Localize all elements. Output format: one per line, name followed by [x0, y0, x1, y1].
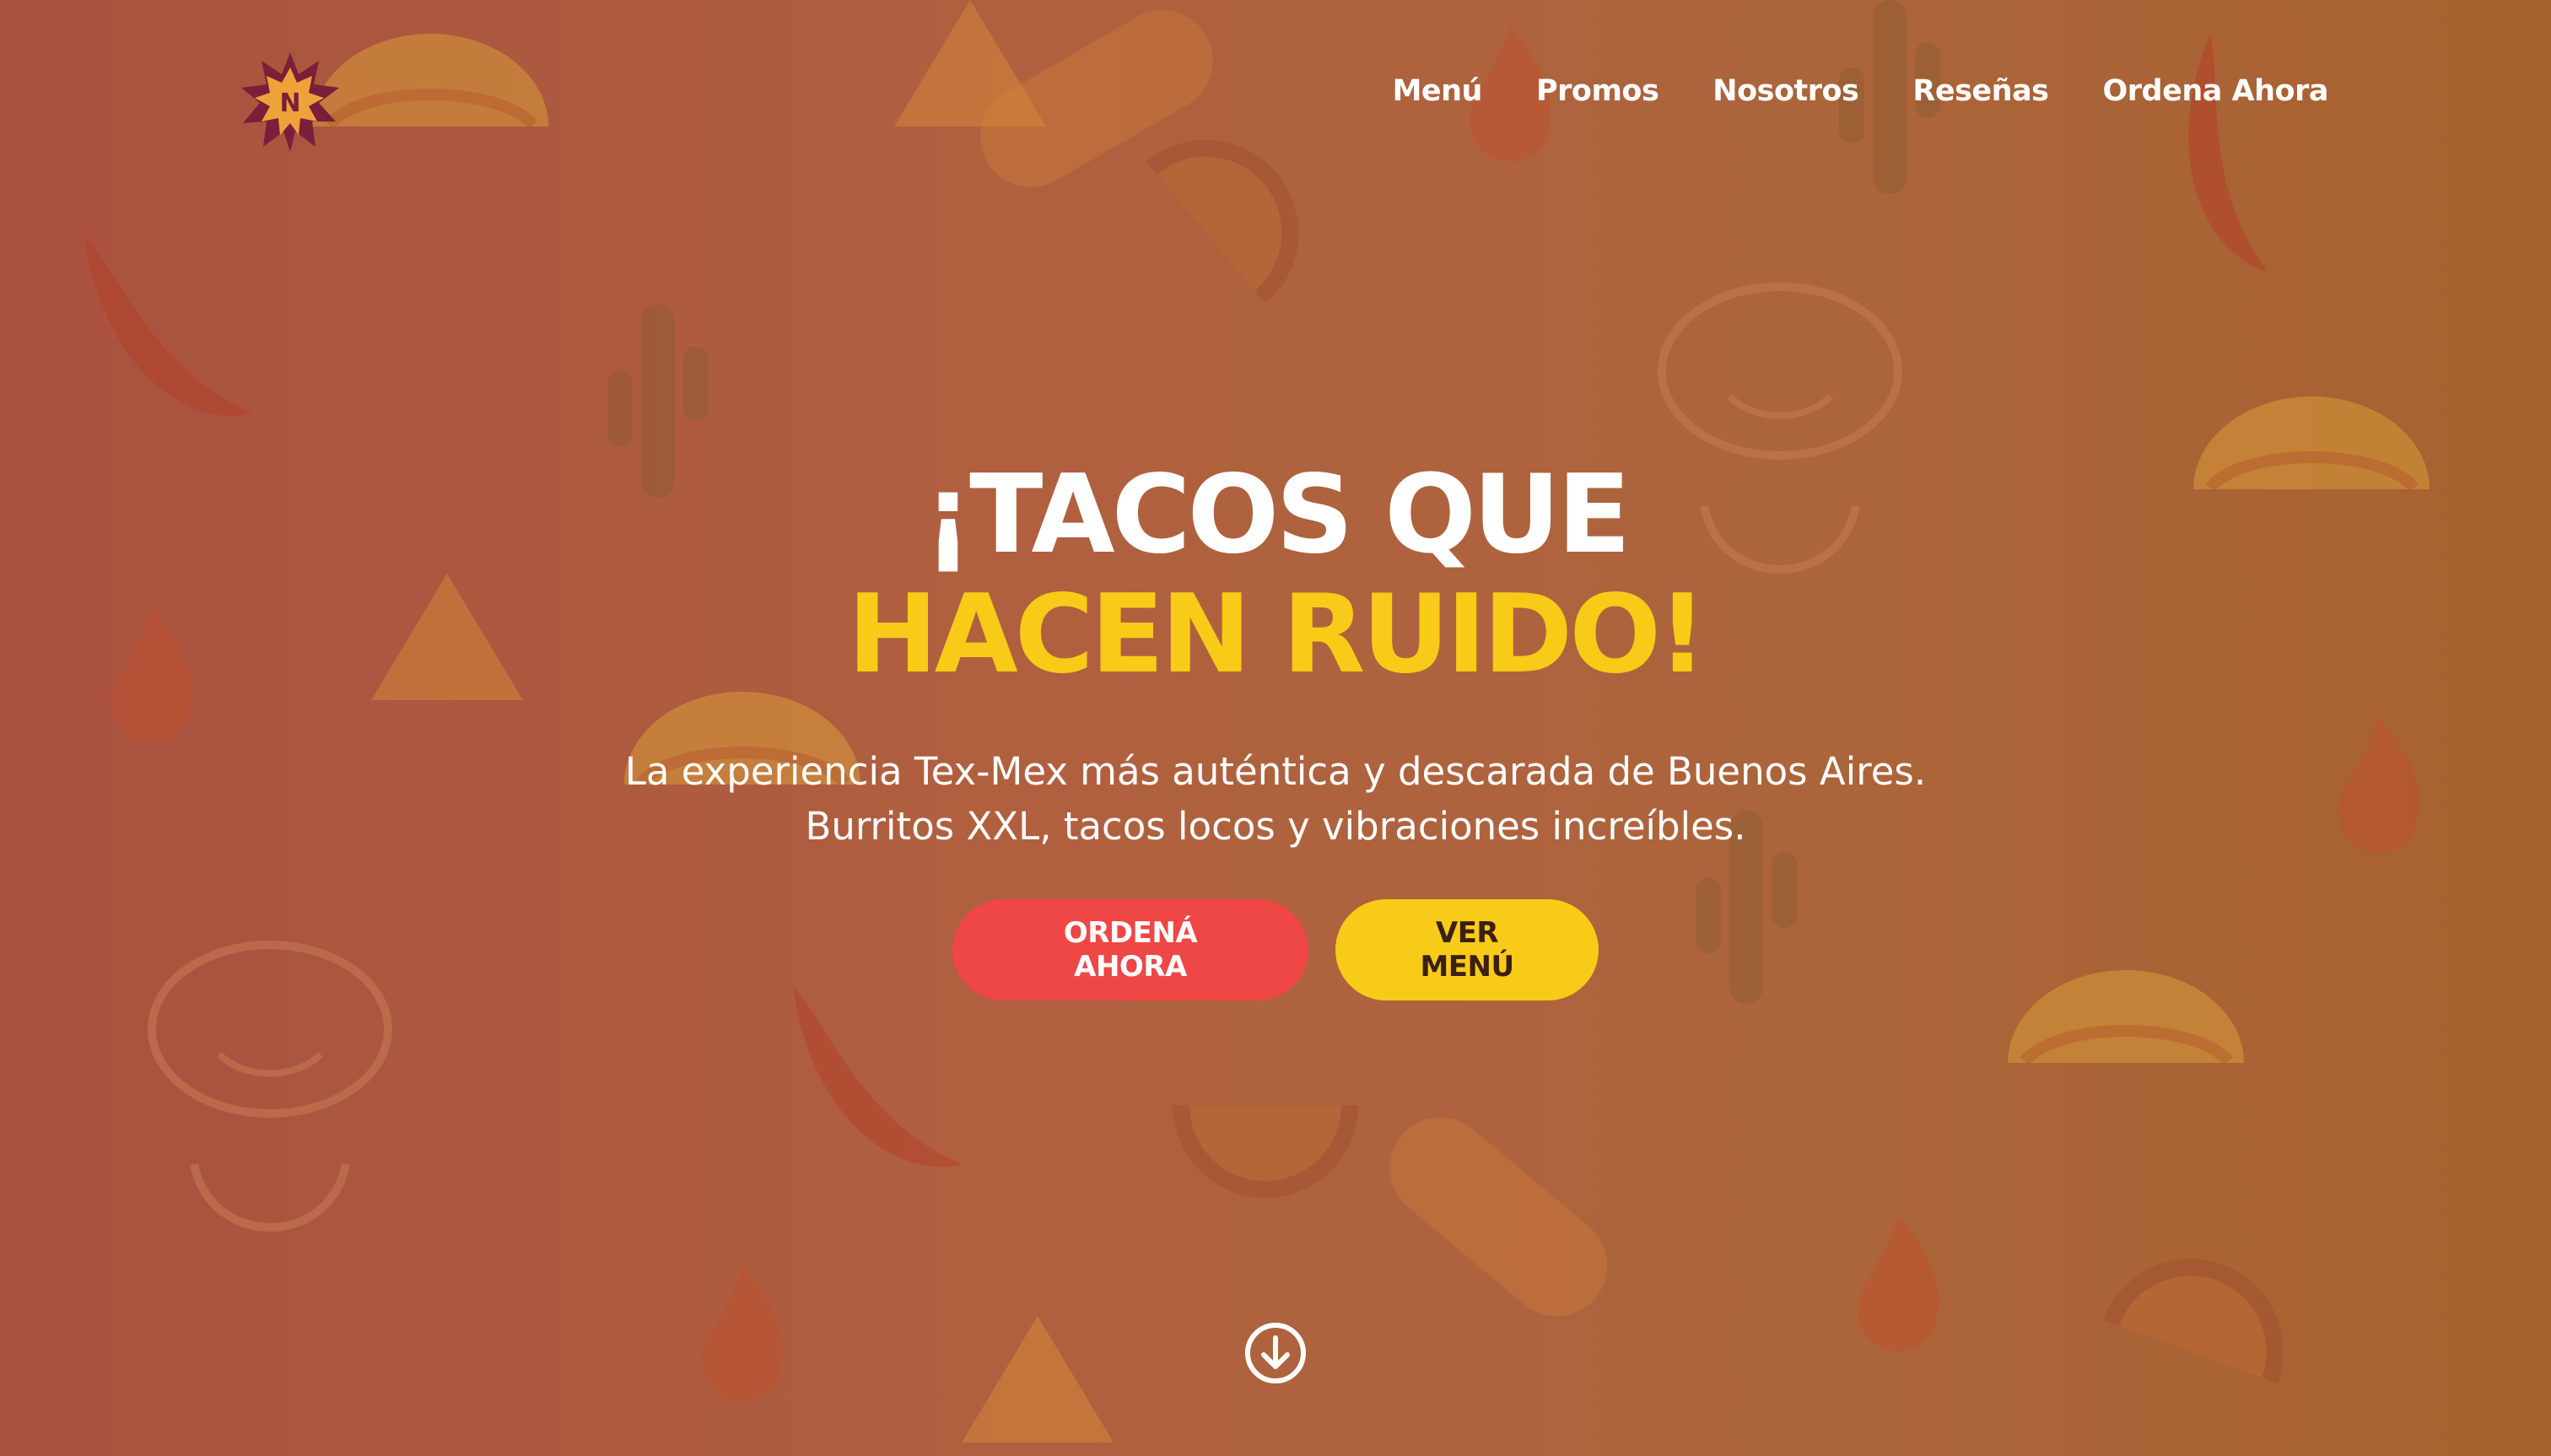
brand-logo[interactable]: N — [238, 49, 342, 154]
hero-title: ¡TACOS QUE HACEN RUIDO! — [0, 456, 2551, 695]
hero-title-line1: ¡TACOS QUE — [923, 452, 1631, 578]
main-nav: Menú Promos Nosotros Reseñas Ordena Ahor… — [1393, 74, 2329, 108]
nav-item-menu[interactable]: Menú — [1393, 74, 1483, 108]
hero-section: ¡TACOS QUE HACEN RUIDO! La experiencia T… — [0, 456, 2551, 854]
hero-subtitle: La experiencia Tex-Mex más auténtica y d… — [624, 749, 1927, 849]
hero-title-line2: HACEN RUIDO! — [847, 572, 1707, 698]
arrow-down-circle-icon[interactable] — [1243, 1321, 1308, 1385]
order-now-button[interactable]: ORDENÁ AHORA — [952, 899, 1308, 1000]
hero-cta-group: ORDENÁ AHORA VER MENÚ — [0, 899, 2551, 1000]
logo-letter: N — [279, 89, 300, 118]
nav-item-ordena-ahora[interactable]: Ordena Ahora — [2103, 74, 2329, 108]
nav-item-resenas[interactable]: Reseñas — [1912, 74, 2049, 108]
nav-item-nosotros[interactable]: Nosotros — [1712, 74, 1859, 108]
nav-item-promos[interactable]: Promos — [1536, 74, 1659, 108]
view-menu-button[interactable]: VER MENÚ — [1335, 899, 1599, 1000]
